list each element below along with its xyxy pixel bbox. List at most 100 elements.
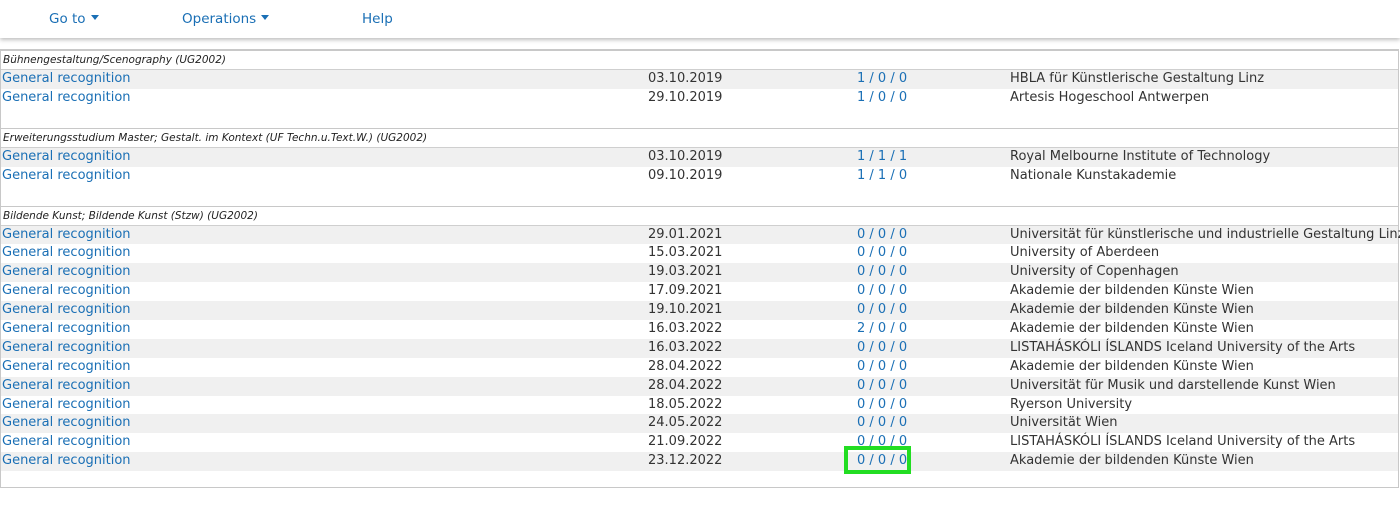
recognition-type-link[interactable]: General recognition: [2, 70, 131, 89]
table-row: General recognition 28.04.2022 0 / 0 / 0 Ak…: [1, 357, 1398, 377]
institution-cell: LISTAHÁSKÓLI ÍSLANDS Iceland University …: [1010, 339, 1356, 355]
institution-cell: Akademie der bildenden Künste Wien: [1010, 453, 1254, 469]
recognition-type-link[interactable]: General recognition: [2, 452, 131, 471]
date-cell: 24.05.2022: [648, 415, 723, 431]
recognition-type-link[interactable]: General recognition: [2, 167, 131, 186]
table-row: General recognition 16.03.2022 2 / 0 / 0 Ak…: [1, 320, 1398, 339]
institution-cell: University of Copenhagen: [1010, 264, 1179, 280]
institution-cell: Artesis Hogeschool Antwerpen: [1010, 89, 1210, 105]
institution-cell: University of Aberdeen: [1010, 245, 1160, 261]
table-row: General recognition 24.05.2022 0 / 0 / 0 Un…: [1, 414, 1398, 434]
date-cell: 19.03.2021: [648, 264, 723, 280]
date-cell: 29.10.2019: [648, 89, 723, 105]
date-cell: 23.12.2022: [648, 453, 723, 469]
goto-menu[interactable]: Go to: [49, 11, 99, 27]
institution-cell: Ryerson University: [1010, 396, 1133, 412]
operations-menu[interactable]: Operations: [182, 11, 270, 27]
recognition-type-link[interactable]: General recognition: [2, 263, 131, 282]
institution-cell: Akademie der bildenden Künste Wien: [1010, 302, 1254, 318]
institution-cell: Nationale Kunstakademie: [1010, 167, 1177, 183]
table-row: General recognition 16.03.2022 0 / 0 / 0 LI…: [1, 338, 1398, 358]
count-link[interactable]: 2 / 0 / 0: [857, 320, 907, 339]
table-row: General recognition 23.12.2022 0 / 0 / 0 Ak…: [1, 452, 1398, 472]
table-row: General recognition 03.10.2019 1 / 0 / 0 HB…: [1, 70, 1398, 89]
table-row: General recognition 21.09.2022 0 / 0 / 0 LI…: [1, 433, 1398, 453]
group-heading: Erweiterungsstudium Master; Gestalt. im …: [1, 129, 1398, 148]
date-cell: 03.10.2019: [648, 71, 723, 86]
count-link[interactable]: 1 / 0 / 0: [857, 70, 907, 89]
table-row: General recognition 18.05.2022 0 / 0 / 0 Ry…: [1, 395, 1398, 415]
table-row: General recognition 19.10.2021 0 / 0 / 0 Ak…: [1, 301, 1398, 321]
institution-cell: Akademie der bildenden Künste Wien: [1010, 283, 1254, 299]
table-row: General recognition 29.10.2019 1 / 0 / 0 Ar…: [1, 88, 1398, 108]
table-row: General recognition 19.03.2021 0 / 0 / 0 Un…: [1, 263, 1398, 283]
recognition-table: Bühnengestaltung/Scenography (UG2002) Gen…: [0, 49, 1400, 488]
count-link[interactable]: 0 / 0 / 0: [857, 282, 907, 301]
table-row: General recognition 17.09.2021 0 / 0 / 0 Ak…: [1, 282, 1398, 302]
table-row: General recognition 09.10.2019 1 / 1 / 0 Na…: [1, 166, 1398, 186]
recognition-type-link[interactable]: General recognition: [2, 244, 131, 263]
institution-cell: Akademie der bildenden Künste Wien: [1010, 321, 1254, 337]
table-row: General recognition 28.04.2022 0 / 0 / 0 Un…: [1, 376, 1398, 396]
institution-cell: Universität für künstlerische und indust…: [1010, 226, 1400, 242]
count-link[interactable]: 0 / 0 / 0: [857, 301, 907, 320]
group-heading: Bühnengestaltung/Scenography (UG2002): [1, 51, 1398, 70]
caret-down-icon: [261, 14, 270, 20]
date-cell: 28.04.2022: [648, 358, 723, 374]
count-link[interactable]: 0 / 0 / 0: [857, 226, 907, 245]
goto-menu-label: Go to: [49, 11, 86, 27]
help-link[interactable]: Help: [362, 11, 393, 27]
count-link[interactable]: 0 / 0 / 0: [857, 433, 907, 452]
count-link[interactable]: 0 / 0 / 0: [857, 414, 907, 433]
date-cell: 18.05.2022: [648, 396, 723, 412]
table-row: General recognition 29.01.2021 0 / 0 / 0 Un…: [1, 225, 1400, 245]
count-link[interactable]: 0 / 0 / 0: [857, 263, 907, 282]
date-cell: 19.10.2021: [648, 302, 723, 318]
caret-down-icon: [90, 14, 99, 20]
institution-cell: Royal Melbourne Institute of Technology: [1010, 148, 1271, 164]
count-link[interactable]: 0 / 0 / 0: [857, 452, 907, 471]
count-link[interactable]: 0 / 0 / 0: [857, 396, 907, 415]
count-link[interactable]: 1 / 1 / 1: [857, 148, 907, 167]
date-cell: 09.10.2019: [648, 167, 723, 183]
table-row: General recognition 15.03.2021 0 / 0 / 0 Un…: [1, 244, 1398, 264]
recognition-type-link[interactable]: General recognition: [2, 396, 131, 415]
recognition-type-link[interactable]: General recognition: [2, 433, 131, 452]
institution-cell: Universität Wien: [1010, 415, 1118, 431]
recognition-type-link[interactable]: General recognition: [2, 377, 131, 396]
date-cell: 16.03.2022: [648, 339, 723, 355]
recognition-type-link[interactable]: General recognition: [2, 89, 131, 108]
top-navigation-bar: Go to Operations Help: [0, 0, 1400, 38]
recognition-type-link[interactable]: General recognition: [2, 148, 131, 167]
recognition-type-link[interactable]: General recognition: [2, 301, 131, 320]
recognition-type-link[interactable]: General recognition: [2, 414, 131, 433]
count-link[interactable]: 0 / 0 / 0: [857, 339, 907, 358]
date-cell: 28.04.2022: [648, 377, 723, 393]
date-cell: 29.01.2021: [648, 226, 723, 242]
count-link[interactable]: 0 / 0 / 0: [857, 244, 907, 263]
group-spacer: [1, 108, 1398, 129]
help-link-label: Help: [362, 11, 393, 27]
date-cell: 21.09.2022: [648, 434, 723, 450]
institution-cell: Akademie der bildenden Künste Wien: [1010, 358, 1254, 374]
date-cell: 16.03.2022: [648, 321, 723, 337]
count-link[interactable]: 1 / 1 / 0: [857, 167, 907, 186]
recognition-type-link[interactable]: General recognition: [2, 282, 131, 301]
group-spacer: [1, 186, 1398, 207]
institution-cell: LISTAHÁSKÓLI ÍSLANDS Iceland University …: [1010, 434, 1356, 450]
operations-menu-label: Operations: [182, 11, 257, 27]
date-cell: 03.10.2019: [648, 148, 723, 164]
institution-cell: Universität für Musik und darstellende K…: [1010, 377, 1336, 393]
recognition-type-link[interactable]: General recognition: [2, 320, 131, 339]
count-link[interactable]: 1 / 0 / 0: [857, 89, 907, 108]
recognition-type-link[interactable]: General recognition: [2, 358, 131, 377]
date-cell: 15.03.2021: [648, 245, 723, 261]
group-heading: Bildende Kunst; Bildende Kunst (Stzw) (U…: [1, 207, 1398, 226]
recognition-type-link[interactable]: General recognition: [2, 226, 131, 245]
count-link[interactable]: 0 / 0 / 0: [857, 377, 907, 396]
table-row: General recognition 03.10.2019 1 / 1 / 1 Ro…: [1, 147, 1398, 167]
recognition-type-link[interactable]: General recognition: [2, 339, 131, 358]
institution-cell: HBLA für Künstlerische Gestaltung Linz: [1010, 71, 1265, 86]
count-link[interactable]: 0 / 0 / 0: [857, 358, 907, 377]
date-cell: 17.09.2021: [648, 283, 723, 299]
